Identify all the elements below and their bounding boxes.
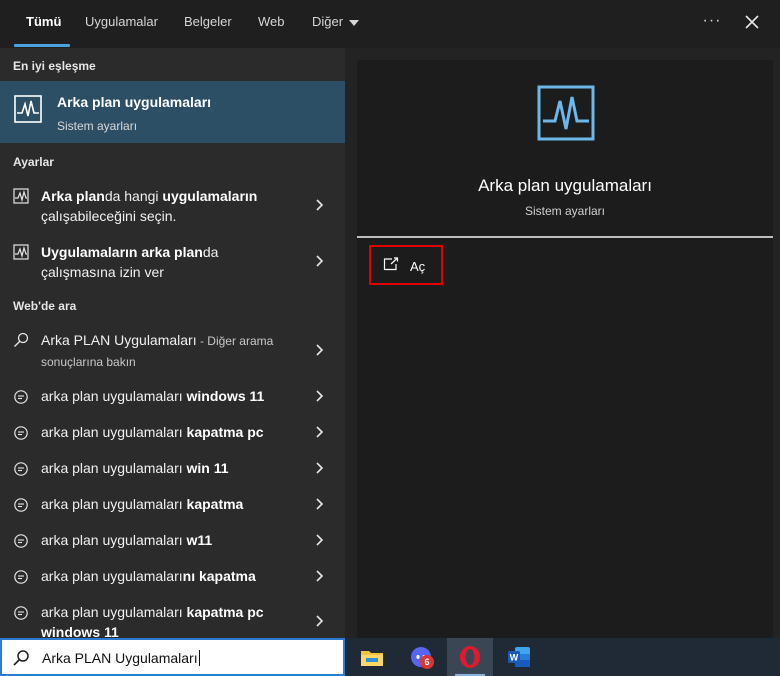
chevron-right-icon [316,615,324,627]
activity-chart-icon [13,188,29,204]
background-apps-icon [537,85,595,141]
web-suggestion-text: arka plan uygulamaları kapatma [41,496,244,512]
chat-bubble-icon [14,570,28,584]
word-taskbar-button[interactable]: W [496,638,542,676]
file-explorer-taskbar-button[interactable] [349,638,395,676]
settings-item-text: Arka planda hangi uygulamaların çalışabi… [41,188,258,224]
tab-documents[interactable]: Belgeler [184,0,232,48]
chevron-right-icon [316,462,324,474]
chat-bubble-icon [14,606,28,620]
preview-subtitle: Sistem ayarları [524,204,606,218]
search-box[interactable]: Arka PLAN Uygulamaları [0,638,345,676]
open-external-icon [383,257,399,271]
divider [357,236,773,238]
web-suggestion[interactable]: arka plan uygulamalarını kapatma [0,564,345,594]
tab-all[interactable]: Tümü [26,0,61,48]
web-suggestion[interactable]: arka plan uygulamaları w11 [0,528,345,558]
folder-icon [361,651,383,666]
best-match-title: Arka plan uygulamaları [57,94,212,110]
web-suggestion-text: arka plan uygulamaları windows 11 [41,388,265,404]
taskbar: Arka PLAN Uygulamaları W [0,638,780,676]
chevron-right-icon [316,426,324,438]
chevron-right-icon [316,570,324,582]
settings-item-text: Uygulamaların arka planda çalışmasına iz… [41,244,219,280]
search-icon [14,332,29,347]
results-panel: En iyi eşleşme Arka plan uygulamaları Si… [0,48,345,640]
chat-bubble-icon [14,498,28,512]
tab-apps[interactable]: Uygulamalar [85,0,158,48]
more-options-icon[interactable]: ··· [700,10,724,34]
web-suggestion[interactable]: arka plan uygulamaları windows 11 [0,384,345,414]
chevron-right-icon [316,199,324,211]
chat-bubble-icon [14,462,28,476]
opera-icon [460,646,480,668]
word-icon: W [508,647,530,667]
search-icon [13,650,29,666]
web-suggestion-text: arka plan uygulamaları win 11 [41,460,229,476]
best-match-heading: En iyi eşleşme [13,59,96,73]
chat-bubble-icon [14,390,28,404]
web-suggestion[interactable]: arka plan uygulamaları win 11 [0,456,345,486]
tab-more[interactable]: Diğer [312,0,360,48]
best-match-item[interactable]: Arka plan uygulamaları Sistem ayarları [0,81,345,143]
web-suggestion-text: arka plan uygulamalarını kapatma [41,568,256,584]
preview-title: Arka plan uygulamaları [478,176,652,195]
chevron-down-icon [349,19,360,26]
notification-badge: 6 [420,655,434,669]
settings-heading: Ayarlar [13,155,54,169]
preview-pane: Arka plan uygulamaları Sistem ayarları A… [345,48,780,638]
web-suggestion-text: arka plan uygulamaları kapatma pc [41,424,264,440]
activity-chart-icon [13,244,29,260]
search-input[interactable]: Arka PLAN Uygulamaları [42,650,200,666]
web-suggestion-text: arka plan uygulamaları kapatma pc windows… [41,604,264,640]
chevron-right-icon [316,390,324,402]
best-match-subtitle: Sistem ayarları [57,119,138,133]
opera-taskbar-button[interactable] [447,638,493,676]
web-search-heading: Web'de ara [13,299,77,313]
chevron-right-icon [316,498,324,510]
text-cursor [198,650,200,666]
open-button[interactable]: Aç [369,245,443,285]
svg-text:W: W [510,653,519,663]
background-apps-icon [14,95,42,123]
web-suggestion-text: arka plan uygulamaları w11 [41,532,213,548]
web-result-text: Arka PLAN Uygulamaları - Diğer arama son… [41,332,274,369]
settings-item-background-apps[interactable]: Arka planda hangi uygulamaların çalışabi… [0,184,345,232]
chat-bubble-icon [14,426,28,440]
filter-tab-bar: Tümü Uygulamalar Belgeler Web Diğer ··· [0,0,780,48]
web-suggestion[interactable]: arka plan uygulamaları kapatma [0,492,345,522]
close-icon[interactable] [740,10,764,34]
active-tab-indicator [14,44,70,47]
tab-web[interactable]: Web [258,0,285,48]
web-suggestion[interactable]: arka plan uygulamaları kapatma pc [0,420,345,450]
open-label: Aç [410,259,426,274]
chevron-right-icon [316,255,324,267]
web-result-main[interactable]: Arka PLAN Uygulamaları - Diğer arama son… [0,329,345,377]
web-suggestion[interactable]: arka plan uygulamaları kapatma pc windows… [0,600,345,640]
chevron-right-icon [316,344,324,356]
preview-card: Arka plan uygulamaları Sistem ayarları A… [357,60,773,638]
chat-bubble-icon [14,534,28,548]
settings-item-allow-background[interactable]: Uygulamaların arka planda çalışmasına iz… [0,240,345,288]
chevron-right-icon [316,534,324,546]
tab-more-label: Diğer [312,14,344,29]
